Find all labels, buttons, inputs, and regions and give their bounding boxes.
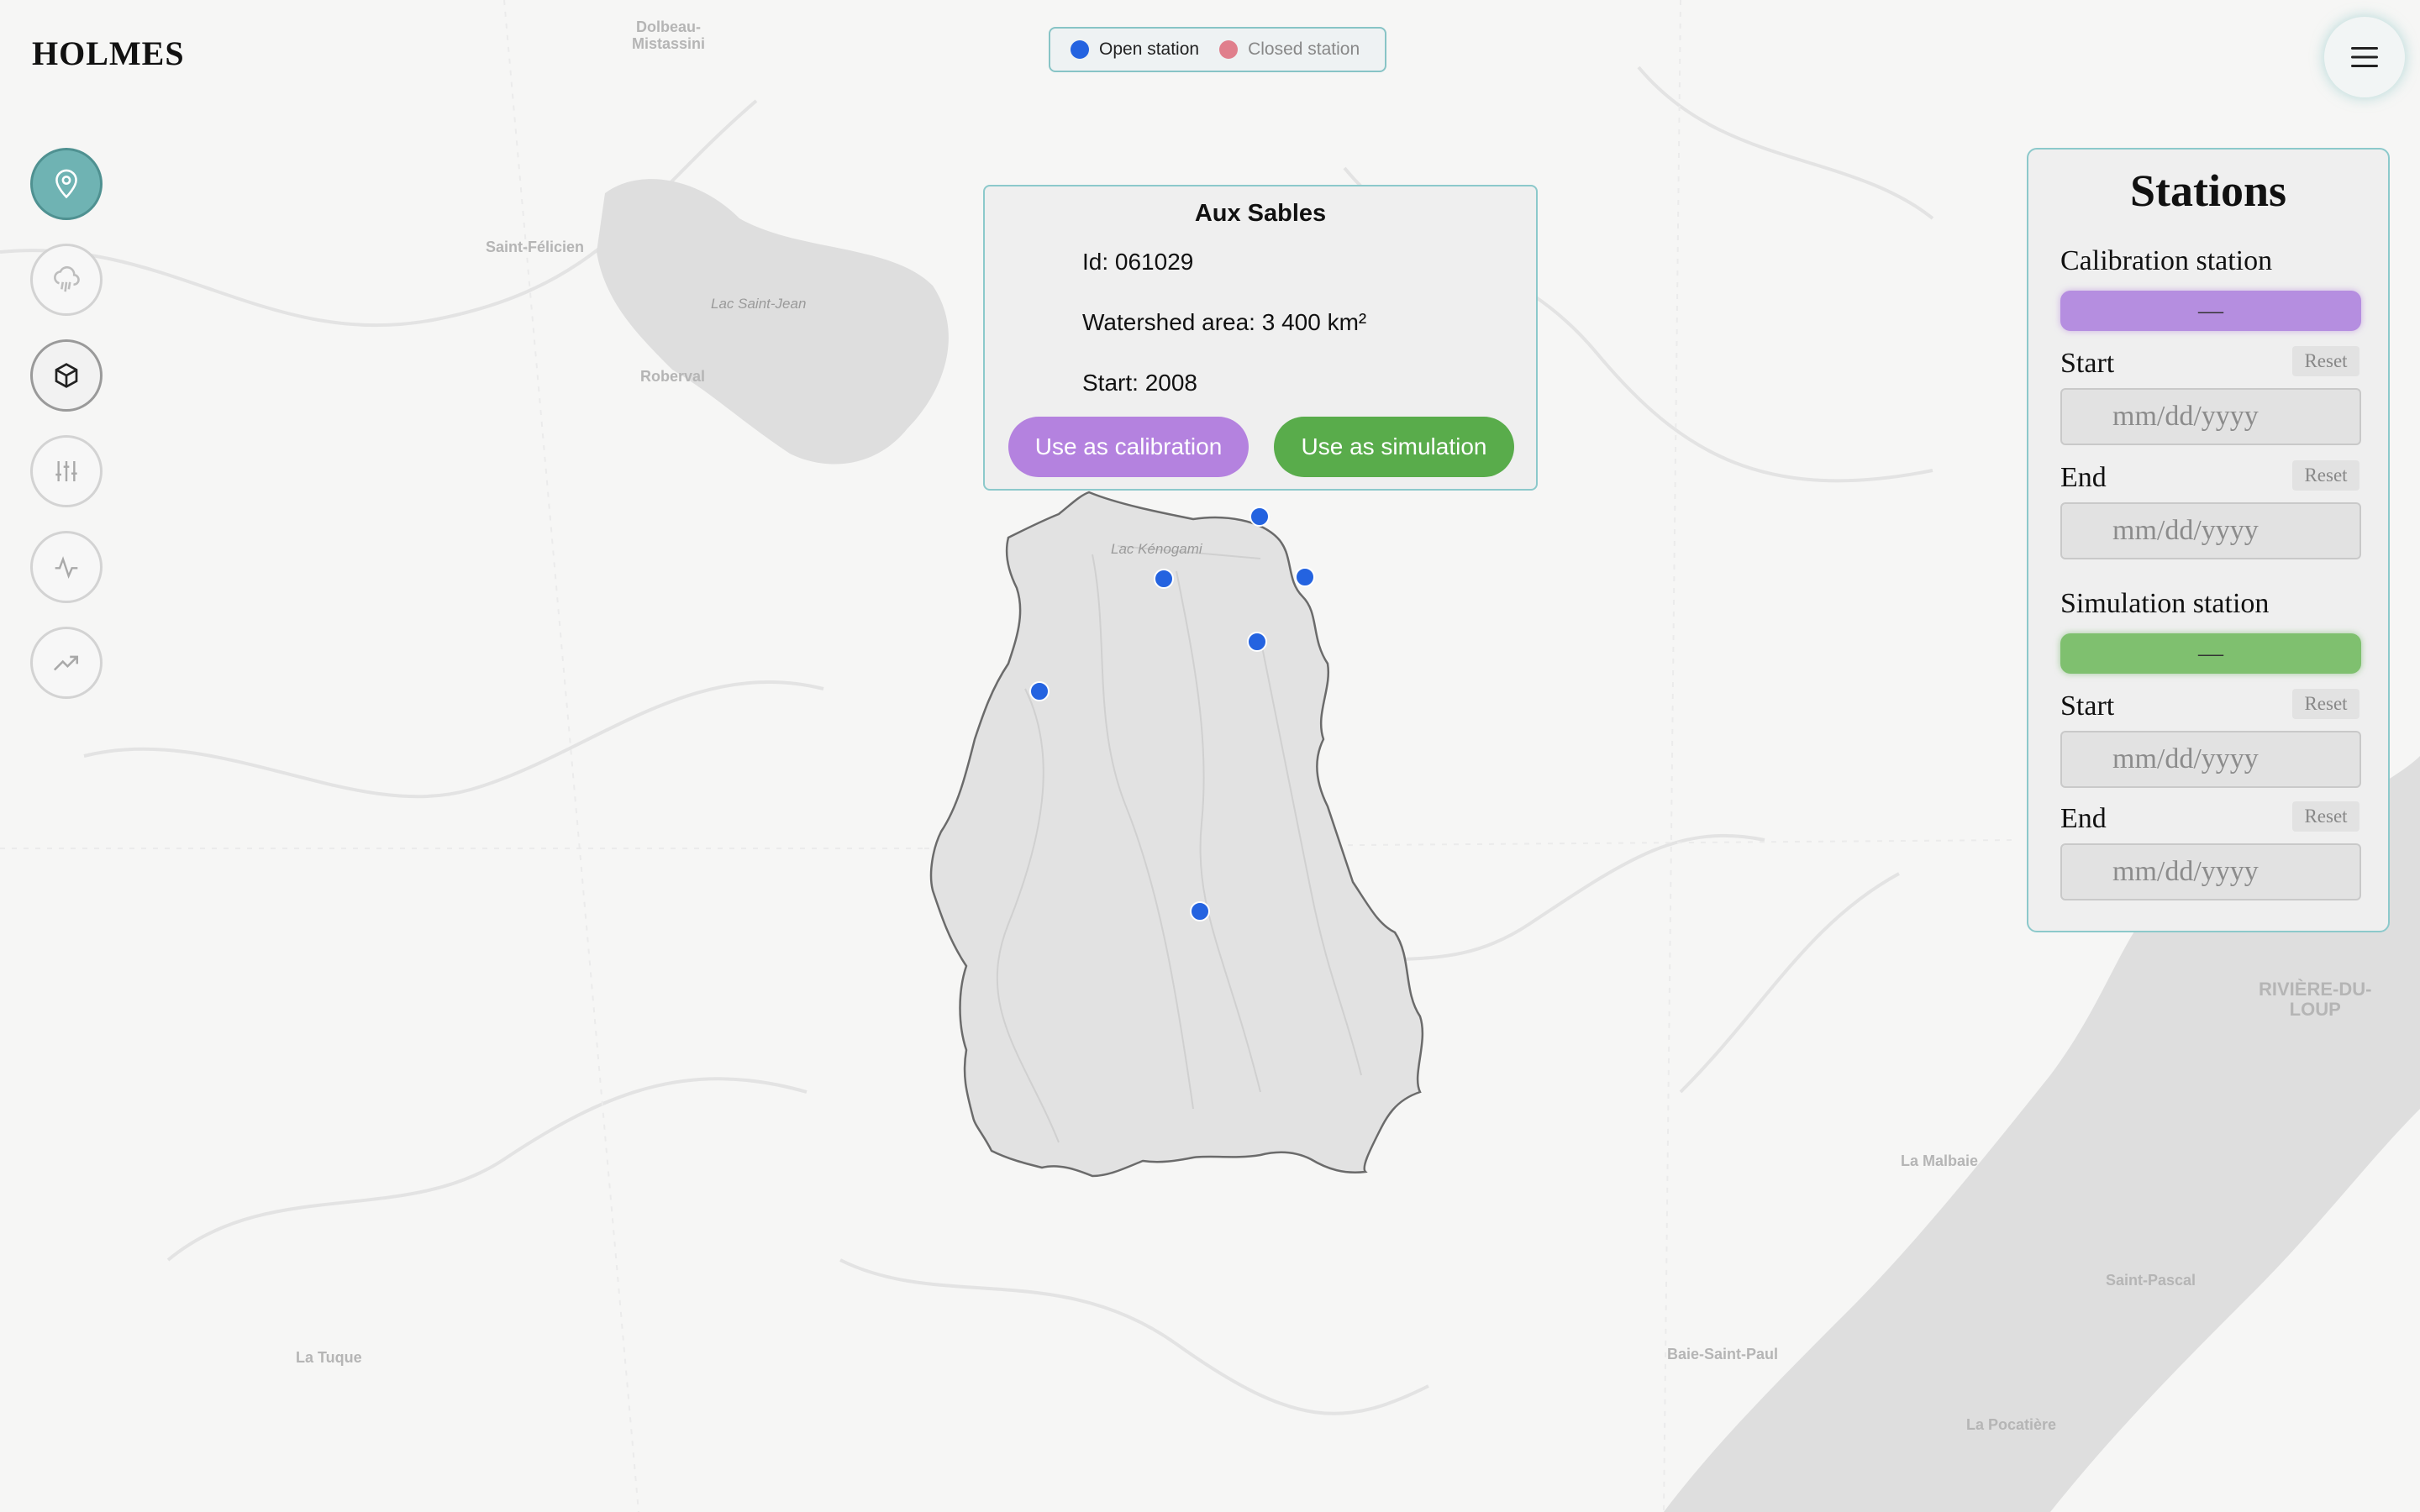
menu-button[interactable]: [2324, 17, 2405, 97]
place-label: Baie-Saint-Paul: [1667, 1346, 1779, 1362]
tool-weather-button[interactable]: [30, 244, 103, 316]
tool-results-button[interactable]: [30, 627, 103, 699]
place-label: RIVIÈRE-DU- LOUP: [2259, 979, 2372, 1020]
simulation-station-selector[interactable]: —: [2060, 633, 2361, 674]
legend-closed-label: Closed station: [1248, 39, 1360, 59]
place-label: Lac Saint-Jean: [711, 296, 807, 312]
calibration-start-reset-button[interactable]: Reset: [2292, 346, 2360, 376]
place-label: Dolbeau- Mistassini: [632, 18, 706, 52]
calibration-station-label: Calibration station: [2060, 245, 2273, 276]
rain-cloud-icon: [54, 265, 80, 292]
station-marker[interactable]: [1247, 632, 1267, 652]
legend-open: Open station: [1071, 39, 1199, 60]
hamburger-menu-icon: [2351, 47, 2378, 67]
app-logo: HOLMES: [32, 34, 185, 72]
calibration-start-date-input[interactable]: mm/dd/yyyy: [2060, 388, 2361, 445]
place-label: La Pocatière: [1966, 1416, 2057, 1433]
place-label: Saint-Pascal: [2106, 1272, 2196, 1289]
use-as-simulation-button[interactable]: Use as simulation: [1274, 417, 1514, 477]
tool-stations-button[interactable]: [30, 148, 103, 220]
simulation-end-label: End: [2060, 803, 2107, 834]
tool-model-button[interactable]: [30, 339, 103, 412]
trending-up-icon: [53, 655, 79, 671]
simulation-start-reset-button[interactable]: Reset: [2292, 689, 2360, 719]
sliders-icon: [55, 461, 77, 481]
simulation-end-reset-button[interactable]: Reset: [2292, 801, 2360, 832]
popup-station-id: Id: 061029: [1082, 249, 1194, 275]
station-marker[interactable]: [1154, 569, 1174, 589]
legend-closed: Closed station: [1219, 39, 1360, 60]
popup-watershed-area: Watershed area: 3 400 km²: [1082, 309, 1367, 335]
pulse-icon: [55, 556, 78, 580]
cube-icon: [55, 363, 78, 388]
calibration-station-selector[interactable]: —: [2060, 291, 2361, 331]
popup-start-year: Start: 2008: [1082, 370, 1197, 396]
place-label: Saint-Félicien: [486, 239, 585, 255]
station-marker[interactable]: [1295, 567, 1315, 587]
station-popup: Aux Sables Id: 061029 Watershed area: 3 …: [983, 185, 1538, 491]
calibration-end-reset-button[interactable]: Reset: [2292, 460, 2360, 491]
legend-open-label: Open station: [1099, 39, 1200, 59]
simulation-start-label: Start: [2060, 690, 2115, 722]
open-station-dot-icon: [1071, 40, 1089, 59]
simulation-station-label: Simulation station: [2060, 588, 2270, 619]
use-as-calibration-button[interactable]: Use as calibration: [1008, 417, 1249, 477]
calibration-end-label: End: [2060, 462, 2107, 493]
station-marker[interactable]: [1249, 507, 1270, 527]
station-marker[interactable]: [1190, 901, 1210, 921]
closed-station-dot-icon: [1219, 40, 1239, 59]
simulation-start-date-input[interactable]: mm/dd/yyyy: [2060, 731, 2361, 788]
tool-signal-button[interactable]: [30, 531, 103, 603]
station-legend: Open station Closed station: [1049, 27, 1386, 72]
tool-settings-button[interactable]: [30, 435, 103, 507]
popup-title: Aux Sables: [1194, 200, 1327, 227]
calibration-start-label: Start: [2060, 348, 2115, 379]
map-pin-icon: [55, 169, 77, 199]
place-label: La Tuque: [296, 1349, 362, 1366]
simulation-end-date-input[interactable]: mm/dd/yyyy: [2060, 843, 2361, 900]
place-label: Roberval: [640, 368, 706, 385]
station-marker[interactable]: [1029, 681, 1050, 701]
stations-panel: Stations Calibration station — Start Res…: [2027, 148, 2390, 932]
place-label: Lac Kénogami: [1111, 541, 1202, 557]
place-label: La Malbaie: [1901, 1152, 1979, 1169]
panel-title: Stations: [2129, 165, 2287, 216]
calibration-end-date-input[interactable]: mm/dd/yyyy: [2060, 502, 2361, 559]
